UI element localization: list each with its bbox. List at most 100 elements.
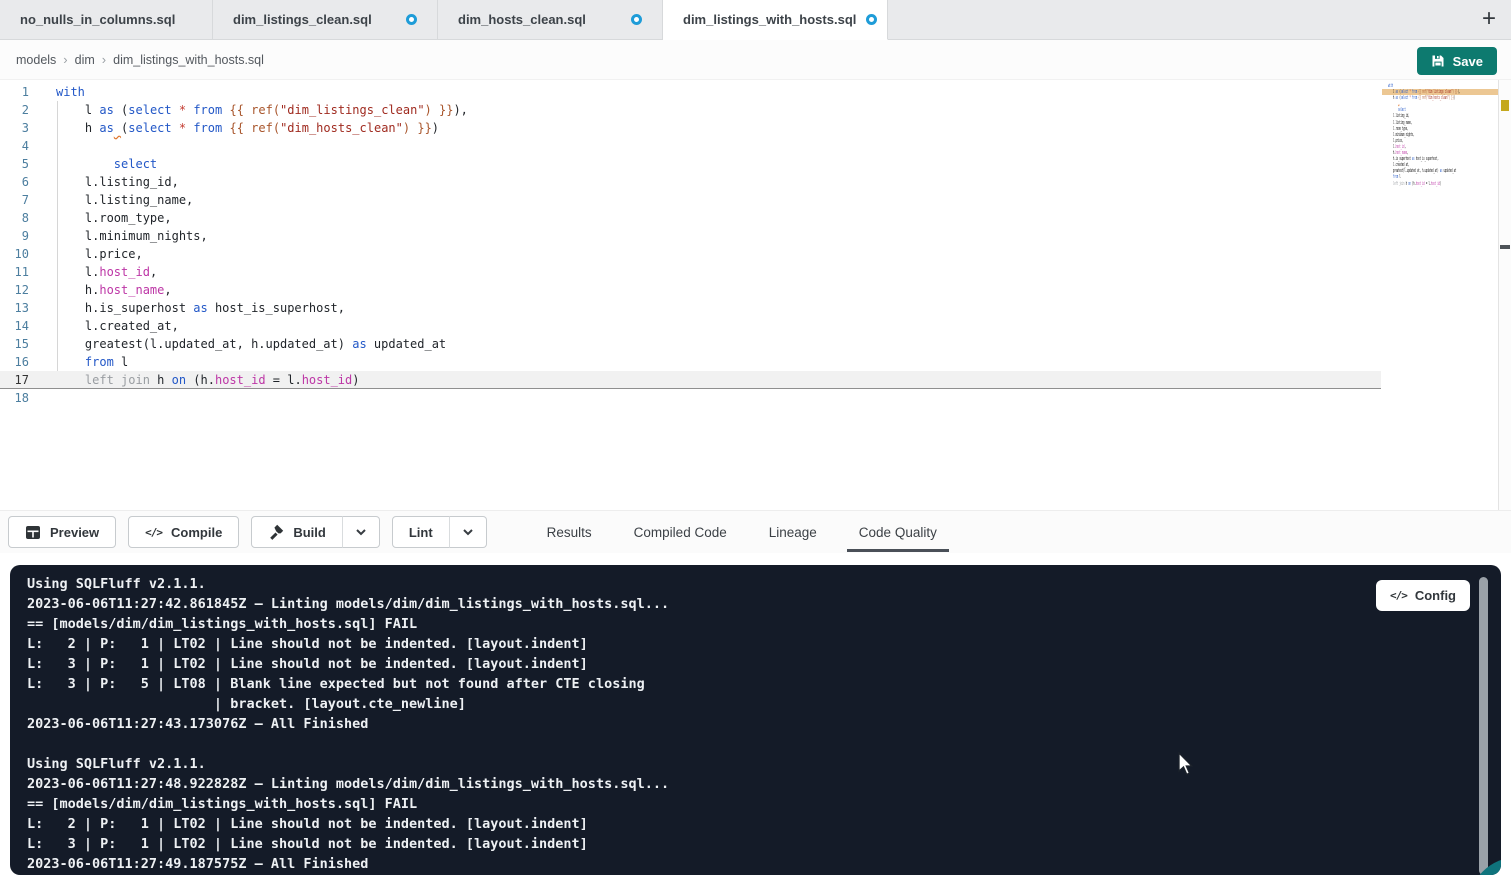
new-tab-button[interactable]: + xyxy=(1475,5,1503,33)
code-token: greatest(l.updated_at, h.updated_at) xyxy=(56,337,352,351)
editor-scrollbar[interactable] xyxy=(1498,80,1511,510)
code-line-text: greatest(l.updated_at, h.updated_at) as … xyxy=(56,335,446,353)
compile-button[interactable]: </> Compile xyxy=(128,516,239,548)
code-token: host_is_superhost, xyxy=(208,301,345,315)
lint-dropdown-button[interactable] xyxy=(449,516,487,548)
code-line-text xyxy=(56,137,63,155)
unsaved-changes-icon xyxy=(866,14,877,25)
code-line[interactable]: 2 l as (select * from {{ ref("dim_listin… xyxy=(0,101,1511,119)
save-icon xyxy=(1431,54,1445,68)
code-token: l xyxy=(114,355,128,369)
terminal-line: L: 2 | P: 1 | LT02 | Line should not be … xyxy=(27,814,1501,834)
code-line[interactable]: 16 from l xyxy=(0,353,1511,371)
code-token: l.price, xyxy=(56,247,143,261)
panel-tabs: Results Compiled Code Lineage Code Quality xyxy=(543,511,941,553)
lint-button[interactable]: Lint xyxy=(392,516,450,548)
code-line[interactable]: 17 left join h on (h.host_id = l.host_id… xyxy=(0,371,1381,389)
code-line-text: h as (select * from {{ ref("dim_hosts_cl… xyxy=(56,119,439,137)
code-line[interactable]: 6 l.listing_id, xyxy=(0,173,1511,191)
terminal-scrollbar[interactable] xyxy=(1479,577,1488,875)
code-token: host_id xyxy=(99,265,150,279)
terminal-line: == [models/dim/dim_listings_with_hosts.s… xyxy=(27,614,1501,634)
code-token: from xyxy=(85,355,114,369)
code-editor[interactable]: 1 with2 l as (select * from {{ ref("dim_l… xyxy=(0,80,1511,510)
code-line[interactable]: 8 l.room_type, xyxy=(0,209,1511,227)
code-token: as xyxy=(193,301,207,315)
compile-label: Compile xyxy=(171,525,222,540)
preview-label: Preview xyxy=(50,525,99,540)
panel-tab-results[interactable]: Results xyxy=(543,511,596,553)
code-token: l xyxy=(56,103,99,117)
build-button[interactable]: Build xyxy=(251,516,343,548)
line-number: 13 xyxy=(0,299,29,317)
panel-tab-lineage[interactable]: Lineage xyxy=(765,511,821,553)
editor-tab-dim_listings_clean[interactable]: dim_listings_clean.sql xyxy=(213,0,438,39)
code-token: select xyxy=(128,121,171,135)
code-line-text: with xyxy=(56,83,85,101)
lint-label: Lint xyxy=(409,525,433,540)
code-token: "dim_hosts_clean" xyxy=(280,121,403,135)
code-token: ( xyxy=(114,103,128,117)
code-token: from xyxy=(193,103,222,117)
code-line-text: select xyxy=(56,155,157,173)
code-line[interactable]: 18 xyxy=(0,389,1511,407)
tab-bar: no_nulls_in_columns.sqldim_listings_clea… xyxy=(0,0,1511,40)
code-token: host_name xyxy=(99,283,164,297)
code-line[interactable]: 9 l.minimum_nights, xyxy=(0,227,1511,245)
config-button[interactable]: </> Config xyxy=(1376,580,1470,611)
code-token: host_id xyxy=(302,373,353,387)
code-line[interactable]: 11 l.host_id, xyxy=(0,263,1511,281)
tab-label: dim_hosts_clean.sql xyxy=(458,12,586,27)
code-token: ) }} xyxy=(425,103,454,117)
code-line[interactable]: 1 with xyxy=(0,83,1511,101)
code-line[interactable]: 3 h as (select * from {{ ref("dim_hosts_… xyxy=(0,119,1511,137)
mouse-cursor-icon xyxy=(1178,752,1196,781)
minimap[interactable]: with l as (select * from {{ ref("dim_lis… xyxy=(1388,83,1496,193)
code-token: l.created_at, xyxy=(56,319,179,333)
file-header-row: models›dim›dim_listings_with_hosts.sql S… xyxy=(0,40,1511,80)
terminal-panel: Using SQLFluff v2.1.1.2023-06-06T11:27:4… xyxy=(10,565,1501,875)
code-line-text: l.host_id, xyxy=(56,263,157,281)
line-number: 15 xyxy=(0,335,29,353)
line-number: 1 xyxy=(0,83,29,101)
terminal-line: 2023-06-06T11:27:49.187575Z – All Finish… xyxy=(27,854,1501,874)
terminal-line: L: 2 | P: 1 | LT02 | Line should not be … xyxy=(27,634,1501,654)
breadcrumb-separator: › xyxy=(56,52,74,67)
code-line[interactable]: 14 l.created_at, xyxy=(0,317,1511,335)
code-line[interactable]: 7 l.listing_name, xyxy=(0,191,1511,209)
breadcrumb-item[interactable]: dim xyxy=(75,53,95,67)
code-token: h. xyxy=(56,283,99,297)
editor-tab-dim_listings_with_hosts[interactable]: dim_listings_with_hosts.sql xyxy=(663,0,888,40)
code-token: as xyxy=(352,337,366,351)
scrollbar-warning-marker xyxy=(1501,100,1509,111)
code-token: {{ ref( xyxy=(229,103,280,117)
code-line[interactable]: 10 l.price, xyxy=(0,245,1511,263)
terminal-line: L: 3 | P: 1 | LT02 | Line should not be … xyxy=(27,654,1501,674)
line-number: 14 xyxy=(0,317,29,335)
code-line[interactable]: 5 select xyxy=(0,155,1511,173)
code-line[interactable]: 15 greatest(l.updated_at, h.updated_at) … xyxy=(0,335,1511,353)
code-token: l. xyxy=(56,265,99,279)
editor-tab-dim_hosts_clean[interactable]: dim_hosts_clean.sql xyxy=(438,0,663,39)
editor-tab-no_nulls_in_columns[interactable]: no_nulls_in_columns.sql xyxy=(0,0,213,39)
code-token: select xyxy=(114,157,157,171)
save-button[interactable]: Save xyxy=(1417,47,1497,75)
code-token: l.minimum_nights, xyxy=(56,229,208,243)
code-line[interactable]: 12 h.host_name, xyxy=(0,281,1511,299)
table-icon xyxy=(25,525,41,540)
breadcrumb-item[interactable]: dim_listings_with_hosts.sql xyxy=(113,53,264,67)
line-number: 6 xyxy=(0,173,29,191)
panel-tab-compiled-code[interactable]: Compiled Code xyxy=(630,511,731,553)
panel-tab-code-quality[interactable]: Code Quality xyxy=(855,511,941,553)
code-token: as xyxy=(99,121,113,135)
breadcrumb-separator: › xyxy=(95,52,113,67)
code-line[interactable]: 4 xyxy=(0,137,1511,155)
hammer-icon xyxy=(268,524,284,540)
code-line-text: l.minimum_nights, xyxy=(56,227,208,245)
code-token: = l. xyxy=(266,373,302,387)
build-dropdown-button[interactable] xyxy=(342,516,380,548)
terminal-output[interactable]: Using SQLFluff v2.1.1.2023-06-06T11:27:4… xyxy=(10,565,1501,874)
breadcrumb-item[interactable]: models xyxy=(16,53,56,67)
code-line[interactable]: 13 h.is_superhost as host_is_superhost, xyxy=(0,299,1511,317)
preview-button[interactable]: Preview xyxy=(8,516,116,548)
